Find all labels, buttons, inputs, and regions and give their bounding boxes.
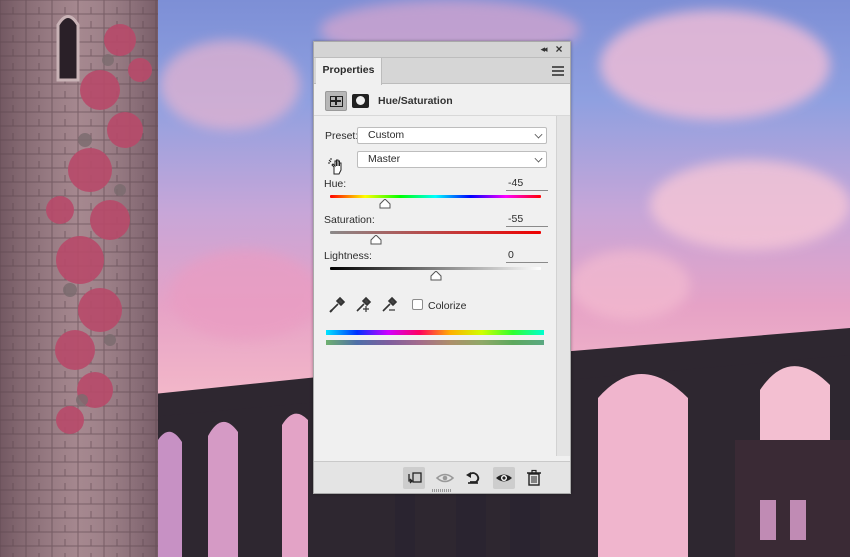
- reset-icon[interactable]: [462, 467, 484, 489]
- hue-slider-thumb[interactable]: [379, 199, 391, 209]
- eye-icon[interactable]: [493, 467, 515, 489]
- lightness-slider-thumb[interactable]: [430, 271, 442, 281]
- clip-to-layer-icon[interactable]: [403, 467, 425, 489]
- lightness-label: Lightness:: [324, 250, 372, 262]
- eyedropper-icon[interactable]: [328, 296, 346, 314]
- saturation-slider-thumb[interactable]: [370, 235, 382, 245]
- saturation-slider-track[interactable]: [330, 231, 541, 234]
- input-spectrum-bar: [326, 330, 544, 335]
- hue-label: Hue:: [324, 178, 347, 190]
- panel-titlebar[interactable]: ◂◂ ×: [314, 42, 570, 58]
- trash-icon[interactable]: [523, 467, 545, 489]
- hue-value-field[interactable]: -45: [506, 177, 548, 191]
- output-spectrum-bar: [326, 340, 544, 345]
- eyedropper-plus-icon[interactable]: [354, 296, 372, 314]
- view-previous-state-icon[interactable]: [434, 467, 456, 489]
- adjustment-title: Hue/Saturation: [378, 95, 453, 107]
- preset-value: Custom: [368, 129, 405, 141]
- hue-slider-track[interactable]: [330, 195, 541, 198]
- chevron-down-icon: [534, 130, 543, 139]
- hand-scrub-icon[interactable]: [328, 158, 346, 176]
- tab-properties[interactable]: Properties: [316, 58, 382, 85]
- properties-panel: ◂◂ × Properties Hue/Saturation Preset: C…: [313, 41, 571, 494]
- close-icon[interactable]: ×: [552, 43, 566, 56]
- adjustment-controls: Preset: Custom Master Hue: -45 Saturatio…: [314, 116, 570, 456]
- saturation-value-field[interactable]: -55: [506, 213, 548, 227]
- colorize-checkbox[interactable]: [412, 299, 423, 310]
- saturation-label: Saturation:: [324, 214, 375, 226]
- panel-tab-bar: Properties: [314, 58, 570, 85]
- layer-mask-icon[interactable]: [352, 94, 369, 108]
- panel-scrollbar[interactable]: [556, 116, 570, 456]
- lightness-value-field[interactable]: 0: [506, 249, 548, 263]
- adjustment-header: Hue/Saturation: [314, 84, 570, 116]
- colorize-label: Colorize: [428, 300, 467, 312]
- chevron-down-icon: [534, 154, 543, 163]
- double-chevron-icon[interactable]: ◂◂: [536, 43, 550, 56]
- eyedropper-minus-icon[interactable]: [380, 296, 398, 314]
- preset-label: Preset:: [325, 130, 359, 142]
- panel-footer: [314, 461, 570, 493]
- channel-dropdown[interactable]: Master: [357, 151, 547, 168]
- panel-menu-icon[interactable]: [552, 66, 564, 76]
- channel-value: Master: [368, 153, 401, 165]
- hue-saturation-icon[interactable]: [325, 91, 347, 111]
- preset-dropdown[interactable]: Custom: [357, 127, 547, 144]
- lightness-slider-track[interactable]: [330, 267, 541, 270]
- resize-grip[interactable]: [432, 489, 452, 492]
